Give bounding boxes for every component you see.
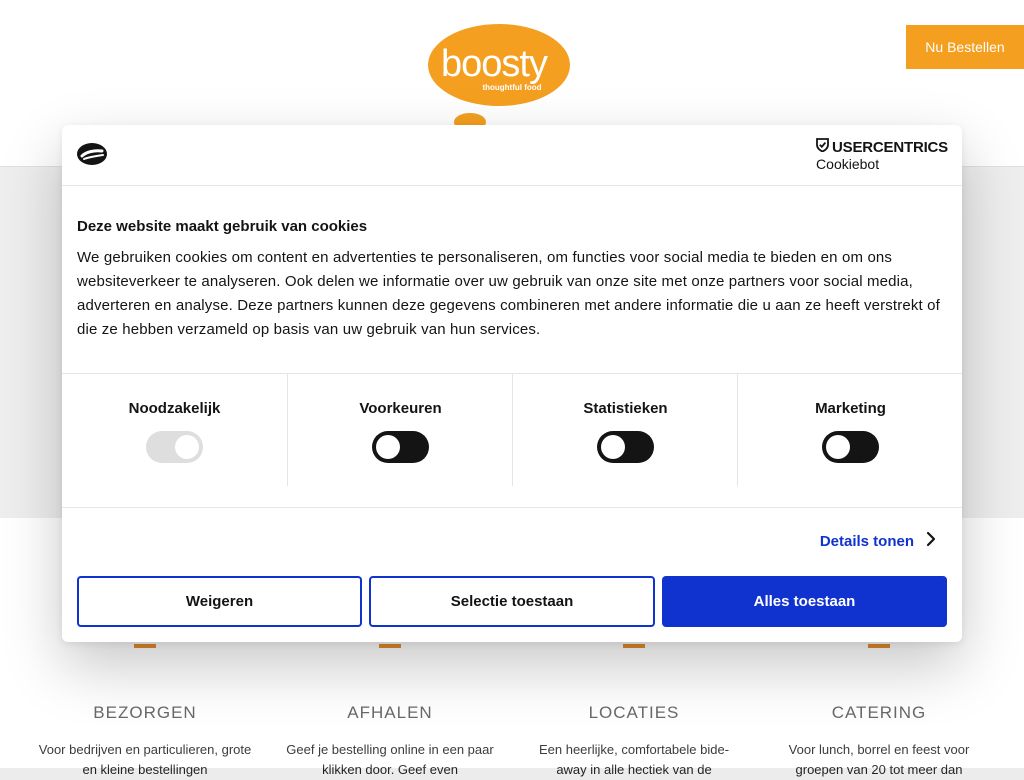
toggle-knob xyxy=(826,435,850,459)
cookie-consent-dialog: USERCENTRICS Cookiebot Deze website maak… xyxy=(62,125,962,642)
shield-check-icon xyxy=(816,138,829,156)
toggle-knob xyxy=(601,435,625,459)
category-preferences: Voorkeuren xyxy=(287,374,513,486)
brand-name: USERCENTRICS xyxy=(832,138,948,156)
allow-selection-button[interactable]: Selectie toestaan xyxy=(369,576,655,627)
usercentrics-brand: USERCENTRICS Cookiebot xyxy=(816,138,948,172)
toggle-marketing[interactable] xyxy=(822,431,879,463)
category-necessary: Noodzakelijk xyxy=(62,374,287,486)
category-statistics: Statistieken xyxy=(512,374,738,486)
allow-all-button[interactable]: Alles toestaan xyxy=(662,576,947,627)
cookiebot-logo-icon xyxy=(76,141,108,172)
toggle-preferences[interactable] xyxy=(372,431,429,463)
category-label: Noodzakelijk xyxy=(128,400,221,417)
category-label: Marketing xyxy=(815,400,886,417)
dialog-header: USERCENTRICS Cookiebot xyxy=(62,125,962,186)
details-label: Details tonen xyxy=(819,532,914,550)
category-marketing: Marketing xyxy=(737,374,963,486)
toggle-knob xyxy=(175,435,199,459)
category-label: Statistieken xyxy=(583,400,668,417)
toggle-statistics[interactable] xyxy=(597,431,654,463)
toggle-knob xyxy=(376,435,400,459)
category-label: Voorkeuren xyxy=(359,400,442,417)
show-details-link[interactable]: Details tonen xyxy=(820,531,936,551)
toggle-necessary xyxy=(146,431,203,463)
brand-product: Cookiebot xyxy=(816,156,880,172)
consent-categories: Noodzakelijk Voorkeuren Statistieken Mar… xyxy=(62,373,962,508)
deny-button[interactable]: Weigeren xyxy=(77,576,362,627)
dialog-title: Deze website maakt gebruik van cookies xyxy=(77,218,368,235)
dialog-body-text: We gebruiken cookies om content en adver… xyxy=(77,249,940,338)
chevron-right-icon xyxy=(926,531,936,551)
